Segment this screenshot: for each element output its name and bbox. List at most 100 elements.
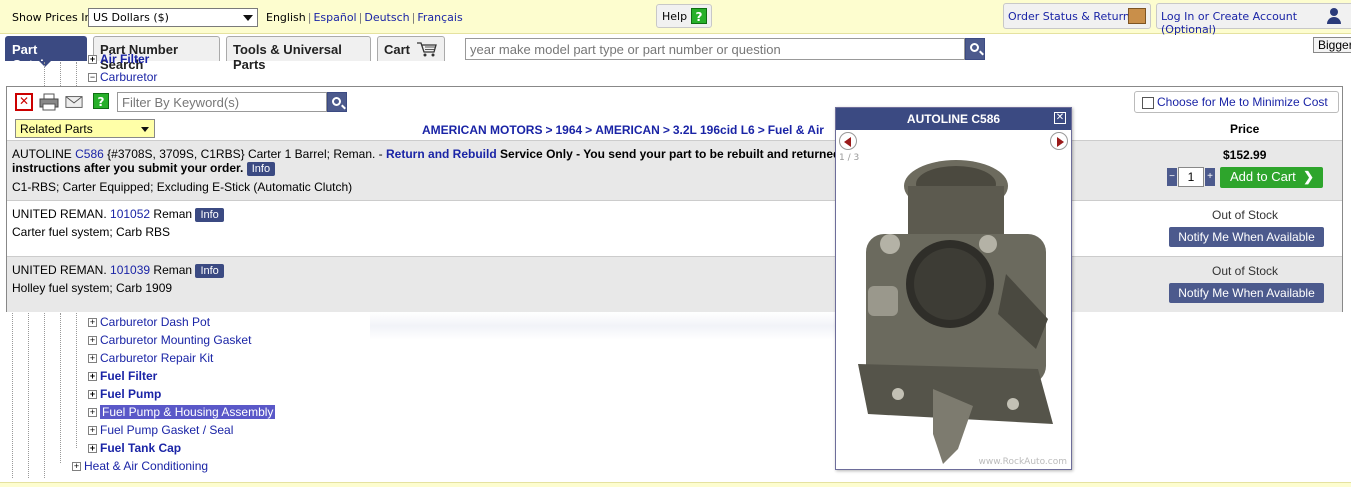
tree-guide	[76, 62, 77, 86]
tree-item-carburetor-repair-kit[interactable]: + Carburetor Repair Kit	[88, 351, 213, 365]
tab-tools-universal-parts[interactable]: Tools & Universal Parts	[226, 36, 371, 72]
part-number-link[interactable]: 101039	[110, 263, 150, 277]
close-icon[interactable]: ✕	[15, 93, 33, 111]
tree-item-carburetor-mounting-gasket[interactable]: + Carburetor Mounting Gasket	[88, 333, 251, 347]
expand-icon: +	[88, 54, 97, 64]
user-icon	[1327, 8, 1341, 24]
lang-espanol[interactable]: Español	[313, 11, 356, 24]
tree-item-carburetor[interactable]: − Carburetor	[88, 70, 157, 84]
search-button[interactable]	[965, 38, 985, 60]
info-button[interactable]: Info	[195, 264, 224, 278]
rebuild-service-text: Service Only - You send your part to be …	[500, 147, 841, 161]
minimize-cost-checkbox[interactable]	[1142, 97, 1154, 109]
stock-status: Out of Stock	[1212, 264, 1279, 278]
tree-item-fuel-pump-gasket-seal[interactable]: + Fuel Pump Gasket / Seal	[88, 423, 233, 437]
show-prices-label: Show Prices In	[12, 11, 92, 24]
tree-guide	[28, 313, 29, 478]
alt-part-numbers: {#3708S, 3709S, C1RBS}	[107, 147, 245, 161]
breadcrumb-model[interactable]: AMERICAN	[595, 123, 660, 137]
filter-search-button[interactable]	[327, 92, 347, 112]
part-line-2: instructions after you submit your order…	[12, 161, 276, 176]
tree-guide	[44, 313, 45, 478]
breadcrumb-category[interactable]: Fuel & Air	[768, 123, 824, 137]
tree-item-carburetor-dash-pot[interactable]: + Carburetor Dash Pot	[88, 315, 210, 329]
expand-icon: +	[88, 317, 97, 327]
qty-increment-button[interactable]: +	[1205, 168, 1215, 186]
add-to-cart-button[interactable]: Add to Cart ❯	[1220, 167, 1323, 188]
expand-icon: +	[88, 335, 97, 345]
cart-icon	[417, 42, 437, 57]
search-icon	[970, 43, 979, 52]
part-notes: C1-RBS; Carter Equipped; Excluding E-Sti…	[12, 180, 353, 194]
bottom-strip	[0, 482, 1351, 487]
part-notes: Carter fuel system; Carb RBS	[12, 225, 171, 239]
login-label: Log In or Create Account (Optional)	[1161, 10, 1298, 36]
lang-deutsch[interactable]: Deutsch	[364, 11, 409, 24]
qty-decrement-button[interactable]: −	[1167, 168, 1177, 186]
table-row: UNITED REMAN. 101039 Reman Info Holley f…	[7, 256, 1342, 312]
previous-image-button[interactable]	[839, 132, 857, 150]
breadcrumb-make[interactable]: AMERICAN MOTORS	[422, 123, 542, 137]
table-row: AUTOLINE C586 {#3708S, 3709S, C1RBS} Car…	[7, 140, 1342, 200]
price-column-header: Price	[1230, 122, 1260, 136]
search-icon	[332, 97, 341, 106]
info-button[interactable]: Info	[195, 208, 224, 222]
chevron-down-icon	[243, 15, 253, 21]
tree-guide	[60, 62, 61, 86]
cart-label: Cart	[384, 42, 411, 57]
tree-item-heat-air-conditioning[interactable]: + Heat & Air Conditioning	[72, 459, 208, 473]
tab-cart[interactable]: Cart	[377, 36, 445, 61]
lang-english[interactable]: English	[266, 11, 306, 24]
tree-item-air-filter[interactable]: + Air Filter	[88, 52, 149, 66]
mail-icon[interactable]	[65, 93, 83, 111]
part-line: UNITED REMAN. 101052 Reman Info	[12, 207, 224, 222]
image-watermark: www.RockAuto.com	[978, 457, 1067, 467]
breadcrumb-engine[interactable]: 3.2L 196cid L6	[673, 123, 755, 137]
tree-item-fuel-tank-cap[interactable]: + Fuel Tank Cap	[88, 441, 181, 455]
return-rebuild-link[interactable]: Return and Rebuild	[386, 147, 497, 161]
tree-item-fuel-filter[interactable]: + Fuel Filter	[88, 369, 157, 383]
notify-me-button[interactable]: Notify Me When Available	[1169, 227, 1324, 247]
notify-me-button[interactable]: Notify Me When Available	[1169, 283, 1324, 303]
rebuild-instructions-text: instructions after you submit your order…	[12, 161, 244, 175]
print-icon[interactable]	[39, 93, 59, 111]
part-number-link[interactable]: 101052	[110, 207, 150, 221]
lang-francais[interactable]: Français	[417, 11, 462, 24]
minimize-cost-toggle[interactable]: Choose for Me to Minimize Cost	[1134, 91, 1339, 113]
expand-icon: +	[88, 389, 97, 399]
currency-select[interactable]: US Dollars ($)	[88, 8, 258, 27]
part-image-popup: AUTOLINE C586 ✕ 1 / 3 www.RockAuto.com	[835, 107, 1072, 470]
tree-guide	[76, 313, 77, 448]
bigger-button[interactable]: Bigger	[1313, 37, 1351, 53]
stock-status: Out of Stock	[1212, 208, 1279, 222]
brand-name: AUTOLINE	[12, 147, 72, 161]
next-image-button[interactable]	[1050, 132, 1068, 150]
help-button[interactable]: Help ?	[656, 4, 712, 28]
filter-keyword-input[interactable]: Filter By Keyword(s)	[117, 92, 327, 112]
breadcrumb-year[interactable]: 1964	[555, 123, 582, 137]
carburetor-image	[838, 144, 1069, 469]
tab-part-catalog[interactable]: Part Catalog	[5, 36, 87, 72]
expand-icon: +	[88, 353, 97, 363]
brand-name: UNITED REMAN.	[12, 263, 107, 277]
main-search-input[interactable]: year make model part type or part number…	[465, 38, 965, 60]
collapse-icon: −	[88, 72, 97, 82]
related-parts-select[interactable]: Related Parts	[15, 119, 155, 138]
faint-logo-watermark	[370, 312, 840, 340]
close-icon[interactable]: ✕	[1054, 112, 1066, 124]
login-button[interactable]: Log In or Create Account (Optional)	[1156, 3, 1351, 36]
part-price: $152.99	[1223, 148, 1267, 162]
tree-item-fuel-pump-housing-assembly[interactable]: + Fuel Pump & Housing Assembly	[88, 405, 276, 419]
help-icon[interactable]: ?	[93, 93, 111, 111]
tree-item-fuel-pump[interactable]: + Fuel Pump	[88, 387, 161, 401]
part-notes: Holley fuel system; Carb 1909	[12, 281, 173, 295]
brand-name: UNITED REMAN.	[12, 207, 107, 221]
chevron-right-icon: ❯	[1303, 169, 1314, 184]
tree-guide	[12, 313, 13, 478]
order-status-button[interactable]: Order Status & Returns	[1003, 3, 1151, 29]
quantity-input[interactable]: 1	[1178, 167, 1204, 187]
add-to-cart-label: Add to Cart	[1230, 169, 1296, 184]
expand-icon: +	[72, 461, 81, 471]
part-number-link[interactable]: C586	[75, 147, 104, 161]
info-button[interactable]: Info	[246, 162, 276, 176]
